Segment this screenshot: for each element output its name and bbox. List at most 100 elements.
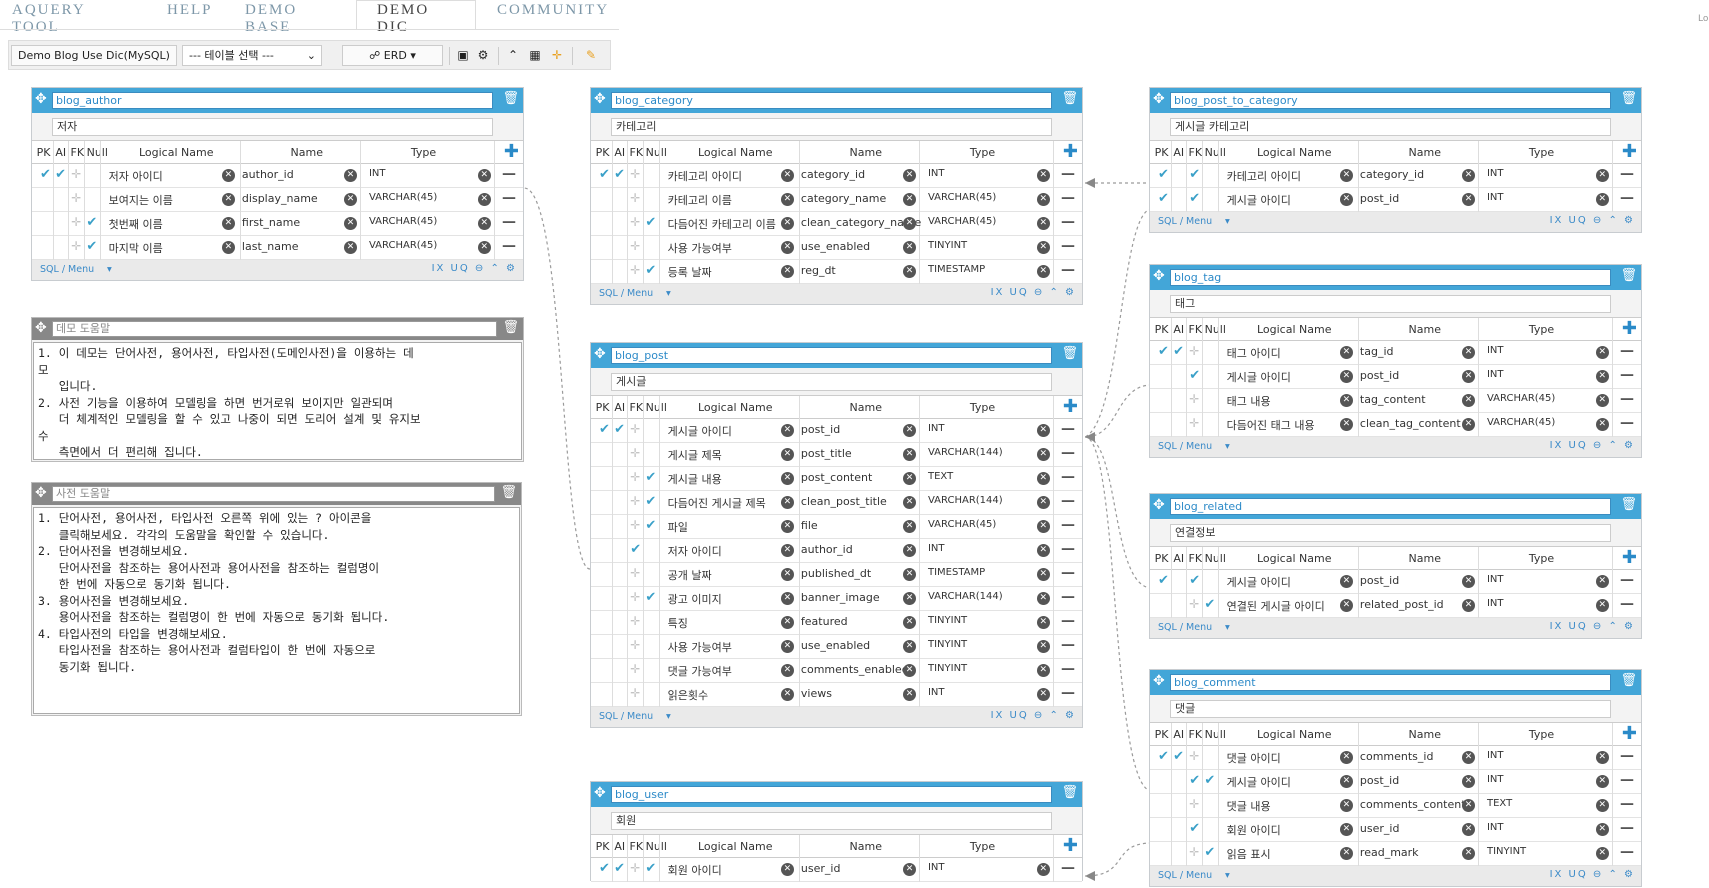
caret-down-icon[interactable]: ▾ (1225, 870, 1230, 881)
check-icon[interactable]: ✔ (86, 239, 97, 254)
note-body[interactable]: 1. 단어사전, 용어사전, 타입사전 오른쪽 위에 있는 ? 아이콘을 클릭해… (33, 507, 520, 714)
table-row[interactable]: ✛ 게시글 제목 ✕ post_title ✕ VARCHAR(144) ✕ — (591, 443, 1082, 467)
logical-name-cell[interactable]: 사용 가능여부 (668, 240, 732, 256)
check-icon[interactable]: ✔ (1189, 573, 1200, 588)
table-row[interactable]: ✛ ✔ 광고 이미지 ✕ banner_image ✕ VARCHAR(144) ✕ — (591, 587, 1082, 611)
logical-name-cell[interactable]: 읽음 표시 (1227, 846, 1271, 862)
clear-icon[interactable]: ✕ (903, 544, 917, 557)
check-icon[interactable]: ✔ (599, 861, 610, 876)
check-icon[interactable]: ✔ (645, 263, 656, 278)
trash-icon[interactable]: 🗑 (1620, 497, 1637, 513)
cross-icon[interactable]: ✛ (630, 518, 640, 532)
remove-column-icon[interactable]: — (1061, 214, 1075, 230)
sql-menu-button[interactable]: SQL / Menu (1158, 870, 1212, 881)
table-logical-name-field[interactable]: 연결정보 (1170, 524, 1611, 542)
clear-icon[interactable]: ✕ (903, 169, 917, 182)
type-cell[interactable]: VARCHAR(144) (928, 447, 1003, 458)
remove-column-icon[interactable]: — (1620, 391, 1634, 407)
type-cell[interactable]: TINYINT (928, 240, 967, 251)
caret-down-icon[interactable]: ▾ (666, 711, 671, 722)
type-cell[interactable]: VARCHAR(45) (1487, 417, 1555, 428)
table-logical-name-field[interactable]: 회원 (611, 812, 1052, 830)
clear-icon[interactable]: ✕ (1595, 370, 1609, 383)
remove-column-icon[interactable]: — (1620, 844, 1634, 860)
type-cell[interactable]: INT (1487, 192, 1504, 203)
table-blog-author[interactable]: ✥ blog_author 🗑 저자 PK AI FK Null Logical Name Nam… (31, 87, 524, 281)
type-cell[interactable]: INT (928, 862, 945, 873)
cross-icon[interactable]: ✛ (630, 662, 640, 676)
column-name-cell[interactable]: comments_content (1360, 798, 1466, 811)
clear-icon[interactable]: ✕ (903, 448, 917, 461)
column-name-cell[interactable]: comments_id (1360, 750, 1434, 763)
clear-icon[interactable]: ✕ (780, 265, 794, 278)
type-cell[interactable]: INT (1487, 345, 1504, 356)
remove-column-icon[interactable]: — (1061, 238, 1075, 254)
logical-name-cell[interactable]: 게시글 제목 (668, 447, 722, 463)
clear-icon[interactable]: ✕ (1339, 394, 1353, 407)
table-row[interactable]: ✛ 태그 내용 ✕ tag_content ✕ VARCHAR(45) ✕ — (1150, 389, 1641, 413)
logical-name-cell[interactable]: 게시글 아이디 (1227, 192, 1291, 208)
column-name-cell[interactable]: read_mark (1360, 846, 1419, 859)
check-icon[interactable]: ✔ (1158, 167, 1169, 182)
remove-column-icon[interactable]: — (1061, 541, 1075, 557)
clear-icon[interactable]: ✕ (1595, 346, 1609, 359)
remove-column-icon[interactable]: — (1061, 445, 1075, 461)
cross-icon[interactable]: ✛ (630, 638, 640, 652)
column-name-cell[interactable]: author_id (801, 543, 853, 556)
remove-column-icon[interactable]: — (1620, 772, 1634, 788)
table-name-field[interactable]: blog_post_to_category (1170, 92, 1611, 109)
logical-name-cell[interactable]: 댓글 내용 (1227, 798, 1271, 814)
type-cell[interactable]: INT (369, 168, 386, 179)
table-row[interactable]: ✛ 특징 ✕ featured ✕ TINYINT ✕ — (591, 611, 1082, 635)
remove-column-icon[interactable]: — (1620, 367, 1634, 383)
clear-icon[interactable]: ✕ (1462, 370, 1476, 383)
remove-column-icon[interactable]: — (1620, 572, 1634, 588)
clear-icon[interactable]: ✕ (221, 169, 235, 182)
table-row[interactable]: ✛ ✔ 읽음 표시 ✕ read_mark ✕ TINYINT ✕ — (1150, 842, 1641, 866)
clear-icon[interactable]: ✕ (1339, 418, 1353, 431)
table-row[interactable]: ✛ 사용 가능여부 ✕ use_enabled ✕ TINYINT ✕ — (591, 236, 1082, 260)
table-row[interactable]: ✔ 저자 아이디 ✕ author_id ✕ INT ✕ — (591, 539, 1082, 563)
clear-icon[interactable]: ✕ (1595, 418, 1609, 431)
trash-icon[interactable]: 🗑 (502, 91, 519, 107)
trash-icon[interactable]: 🗑 (1061, 91, 1078, 107)
sql-menu-button[interactable]: SQL / Menu (1158, 441, 1212, 452)
cross-icon[interactable]: ✛ (630, 191, 640, 205)
cross-icon[interactable]: ✛ (71, 239, 81, 253)
clear-icon[interactable]: ✕ (344, 217, 358, 230)
clear-icon[interactable]: ✕ (780, 640, 794, 653)
table-blog-user[interactable]: ✥ blog_user 🗑 회원 PK AI FK Null Logical Name Name T… (590, 781, 1083, 882)
logical-name-cell[interactable]: 저자 아이디 (668, 543, 722, 559)
clear-icon[interactable]: ✕ (477, 169, 491, 182)
note-demo-help[interactable]: ✥ 데모 도움말 🗑 1. 이 데모는 단어사전, 용어사전, 타입사전(도메인… (31, 317, 524, 462)
clear-icon[interactable]: ✕ (903, 217, 917, 230)
add-column-icon[interactable]: ✚ (1622, 548, 1637, 568)
clear-icon[interactable]: ✕ (903, 472, 917, 485)
type-cell[interactable]: INT (928, 168, 945, 179)
remove-column-icon[interactable]: — (1061, 661, 1075, 677)
cross-icon[interactable]: ✛ (630, 566, 640, 580)
column-name-cell[interactable]: user_id (801, 862, 841, 875)
move-icon[interactable]: ✥ (1153, 91, 1165, 107)
logical-name-cell[interactable]: 카테고리 아이디 (1227, 168, 1301, 184)
table-row[interactable]: ✛ ✔ 연결된 게시글 아이디 ✕ related_post_id ✕ INT ✕ — (1150, 594, 1641, 618)
move-icon[interactable]: ✥ (1153, 497, 1165, 513)
clear-icon[interactable]: ✕ (1036, 520, 1050, 533)
clear-icon[interactable]: ✕ (477, 193, 491, 206)
cross-icon[interactable]: ✛ (630, 861, 640, 875)
remove-column-icon[interactable]: — (502, 214, 516, 230)
check-icon[interactable]: ✔ (1189, 191, 1200, 206)
column-name-cell[interactable]: file (801, 519, 818, 532)
caret-down-icon[interactable]: ▾ (1225, 441, 1230, 452)
table-row[interactable]: ✛ 댓글 내용 ✕ comments_content ✕ TEXT ✕ — (1150, 794, 1641, 818)
clear-icon[interactable]: ✕ (1036, 568, 1050, 581)
cross-icon[interactable]: ✛ (1189, 597, 1199, 611)
add-column-icon[interactable]: ✚ (1622, 724, 1637, 744)
check-icon[interactable]: ✔ (645, 494, 656, 509)
move-icon[interactable]: ✥ (594, 346, 606, 362)
remove-column-icon[interactable]: — (1061, 685, 1075, 701)
clear-icon[interactable]: ✕ (1036, 616, 1050, 629)
logical-name-cell[interactable]: 사용 가능여부 (668, 639, 732, 655)
type-cell[interactable]: INT (1487, 168, 1504, 179)
clear-icon[interactable]: ✕ (780, 217, 794, 230)
